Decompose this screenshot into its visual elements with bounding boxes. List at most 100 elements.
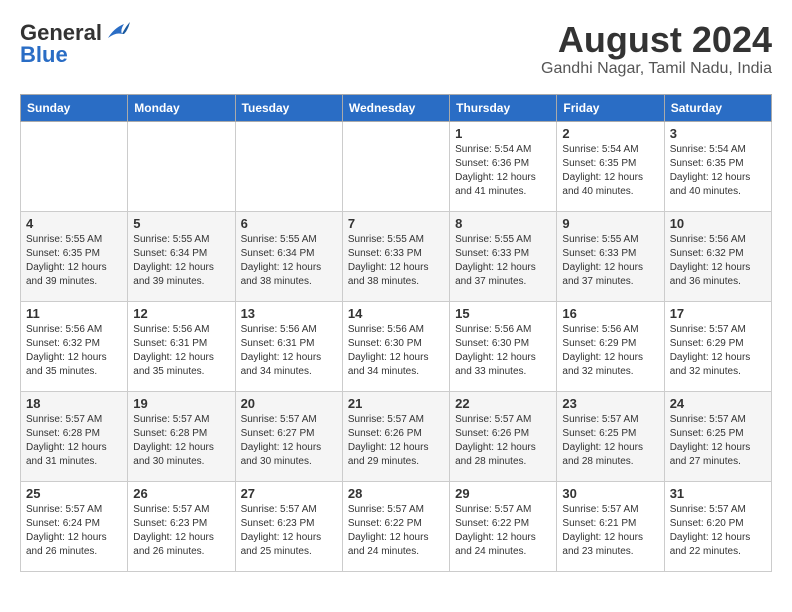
calendar-cell: 29 Sunrise: 5:57 AM Sunset: 6:22 PM Dayli… [450,481,557,571]
day-info: Sunrise: 5:57 AM Sunset: 6:26 PM Dayligh… [348,413,444,469]
calendar-cell: 3Sunrise: 5:54 AM Sunset: 6:35 PM Daylig… [664,121,771,211]
calendar-cell: 25Sunrise: 5:57 AM Sunset: 6:24 PM Dayli… [21,481,128,571]
day-number: 23 [562,396,658,411]
calendar-cell: 30 Sunrise: 5:57 AM Sunset: 6:21 PM Dayli… [557,481,664,571]
day-number: 6 [241,216,337,231]
day-info: Sunrise: 5:57 AM Sunset: 6:23 PM Dayligh… [133,503,229,559]
logo-bird-icon [104,20,132,42]
day-info: Sunrise: 5:55 AM Sunset: 6:34 PM Dayligh… [241,233,337,289]
calendar-cell: 23Sunrise: 5:57 AM Sunset: 6:25 PM Dayli… [557,391,664,481]
day-number: 31 [670,486,766,501]
day-info: Sunrise: 5:55 AM Sunset: 6:34 PM Dayligh… [133,233,229,289]
calendar-cell: 9Sunrise: 5:55 AM Sunset: 6:33 PM Daylig… [557,211,664,301]
day-number: 8 [455,216,551,231]
day-number: 29 [455,486,551,501]
calendar-cell: 10 Sunrise: 5:56 AM Sunset: 6:32 PM Dayli… [664,211,771,301]
calendar-cell: 6 Sunrise: 5:55 AM Sunset: 6:34 PM Daylig… [235,211,342,301]
calendar-cell: 16 Sunrise: 5:56 AM Sunset: 6:29 PM Dayli… [557,301,664,391]
calendar-cell: 27 Sunrise: 5:57 AM Sunset: 6:23 PM Dayli… [235,481,342,571]
day-number: 10 [670,216,766,231]
calendar-cell: 20 Sunrise: 5:57 AM Sunset: 6:27 PM Dayli… [235,391,342,481]
day-number: 30 [562,486,658,501]
col-header-sunday: Sunday [21,94,128,121]
calendar-cell [21,121,128,211]
day-number: 12 [133,306,229,321]
location: Gandhi Nagar, Tamil Nadu, India [541,60,772,78]
day-number: 3 [670,126,766,141]
day-info: Sunrise: 5:57 AM Sunset: 6:26 PM Dayligh… [455,413,551,469]
day-info: Sunrise: 5:57 AM Sunset: 6:28 PM Dayligh… [26,413,122,469]
calendar-cell [235,121,342,211]
day-info: Sunrise: 5:57 AM Sunset: 6:22 PM Dayligh… [455,503,551,559]
calendar-cell: 2 Sunrise: 5:54 AM Sunset: 6:35 PM Daylig… [557,121,664,211]
day-number: 19 [133,396,229,411]
day-info: Sunrise: 5:55 AM Sunset: 6:33 PM Dayligh… [455,233,551,289]
day-number: 27 [241,486,337,501]
col-header-monday: Monday [128,94,235,121]
calendar-cell: 4Sunrise: 5:55 AM Sunset: 6:35 PM Daylig… [21,211,128,301]
calendar-cell: 15 Sunrise: 5:56 AM Sunset: 6:30 PM Dayli… [450,301,557,391]
month-title: August 2024 [541,20,772,60]
calendar-cell: 12 Sunrise: 5:56 AM Sunset: 6:31 PM Dayli… [128,301,235,391]
day-number: 18 [26,396,122,411]
day-info: Sunrise: 5:57 AM Sunset: 6:28 PM Dayligh… [133,413,229,469]
logo: General Blue [20,20,132,68]
day-info: Sunrise: 5:54 AM Sunset: 6:35 PM Dayligh… [562,143,658,199]
day-info: Sunrise: 5:56 AM Sunset: 6:30 PM Dayligh… [455,323,551,379]
calendar-week-4: 18 Sunrise: 5:57 AM Sunset: 6:28 PM Dayli… [21,391,772,481]
day-number: 2 [562,126,658,141]
day-info: Sunrise: 5:57 AM Sunset: 6:20 PM Dayligh… [670,503,766,559]
day-info: Sunrise: 5:55 AM Sunset: 6:33 PM Dayligh… [562,233,658,289]
day-number: 15 [455,306,551,321]
day-info: Sunrise: 5:55 AM Sunset: 6:33 PM Dayligh… [348,233,444,289]
day-info: Sunrise: 5:56 AM Sunset: 6:31 PM Dayligh… [241,323,337,379]
day-number: 14 [348,306,444,321]
calendar-cell [128,121,235,211]
col-header-friday: Friday [557,94,664,121]
day-number: 22 [455,396,551,411]
logo-blue: Blue [20,42,68,68]
calendar-week-3: 11Sunrise: 5:56 AM Sunset: 6:32 PM Dayli… [21,301,772,391]
calendar-cell: 5 Sunrise: 5:55 AM Sunset: 6:34 PM Daylig… [128,211,235,301]
calendar-cell: 17Sunrise: 5:57 AM Sunset: 6:29 PM Dayli… [664,301,771,391]
day-number: 21 [348,396,444,411]
day-number: 24 [670,396,766,411]
calendar-cell: 21 Sunrise: 5:57 AM Sunset: 6:26 PM Dayli… [342,391,449,481]
day-info: Sunrise: 5:57 AM Sunset: 6:29 PM Dayligh… [670,323,766,379]
day-info: Sunrise: 5:54 AM Sunset: 6:36 PM Dayligh… [455,143,551,199]
page-header: General Blue August 2024 Gandhi Nagar, T… [20,20,772,78]
calendar-cell: 14Sunrise: 5:56 AM Sunset: 6:30 PM Dayli… [342,301,449,391]
calendar-cell: 8 Sunrise: 5:55 AM Sunset: 6:33 PM Daylig… [450,211,557,301]
col-header-thursday: Thursday [450,94,557,121]
day-info: Sunrise: 5:57 AM Sunset: 6:21 PM Dayligh… [562,503,658,559]
calendar-cell: 28Sunrise: 5:57 AM Sunset: 6:22 PM Dayli… [342,481,449,571]
day-info: Sunrise: 5:56 AM Sunset: 6:32 PM Dayligh… [670,233,766,289]
day-info: Sunrise: 5:56 AM Sunset: 6:31 PM Dayligh… [133,323,229,379]
day-number: 16 [562,306,658,321]
calendar-cell: 7 Sunrise: 5:55 AM Sunset: 6:33 PM Daylig… [342,211,449,301]
calendar-cell: 13 Sunrise: 5:56 AM Sunset: 6:31 PM Dayli… [235,301,342,391]
day-info: Sunrise: 5:57 AM Sunset: 6:23 PM Dayligh… [241,503,337,559]
col-header-wednesday: Wednesday [342,94,449,121]
calendar-week-2: 4Sunrise: 5:55 AM Sunset: 6:35 PM Daylig… [21,211,772,301]
day-number: 4 [26,216,122,231]
day-info: Sunrise: 5:57 AM Sunset: 6:27 PM Dayligh… [241,413,337,469]
calendar-cell: 24Sunrise: 5:57 AM Sunset: 6:25 PM Dayli… [664,391,771,481]
col-header-tuesday: Tuesday [235,94,342,121]
calendar-week-1: 1Sunrise: 5:54 AM Sunset: 6:36 PM Daylig… [21,121,772,211]
day-number: 5 [133,216,229,231]
day-number: 11 [26,306,122,321]
day-number: 13 [241,306,337,321]
day-number: 28 [348,486,444,501]
day-info: Sunrise: 5:56 AM Sunset: 6:29 PM Dayligh… [562,323,658,379]
calendar-cell: 22 Sunrise: 5:57 AM Sunset: 6:26 PM Dayli… [450,391,557,481]
calendar-cell: 1Sunrise: 5:54 AM Sunset: 6:36 PM Daylig… [450,121,557,211]
day-number: 7 [348,216,444,231]
calendar-cell: 11Sunrise: 5:56 AM Sunset: 6:32 PM Dayli… [21,301,128,391]
col-header-saturday: Saturday [664,94,771,121]
calendar-cell: 31 Sunrise: 5:57 AM Sunset: 6:20 PM Dayli… [664,481,771,571]
calendar-cell: 18 Sunrise: 5:57 AM Sunset: 6:28 PM Dayli… [21,391,128,481]
day-number: 26 [133,486,229,501]
day-number: 20 [241,396,337,411]
calendar-cell [342,121,449,211]
